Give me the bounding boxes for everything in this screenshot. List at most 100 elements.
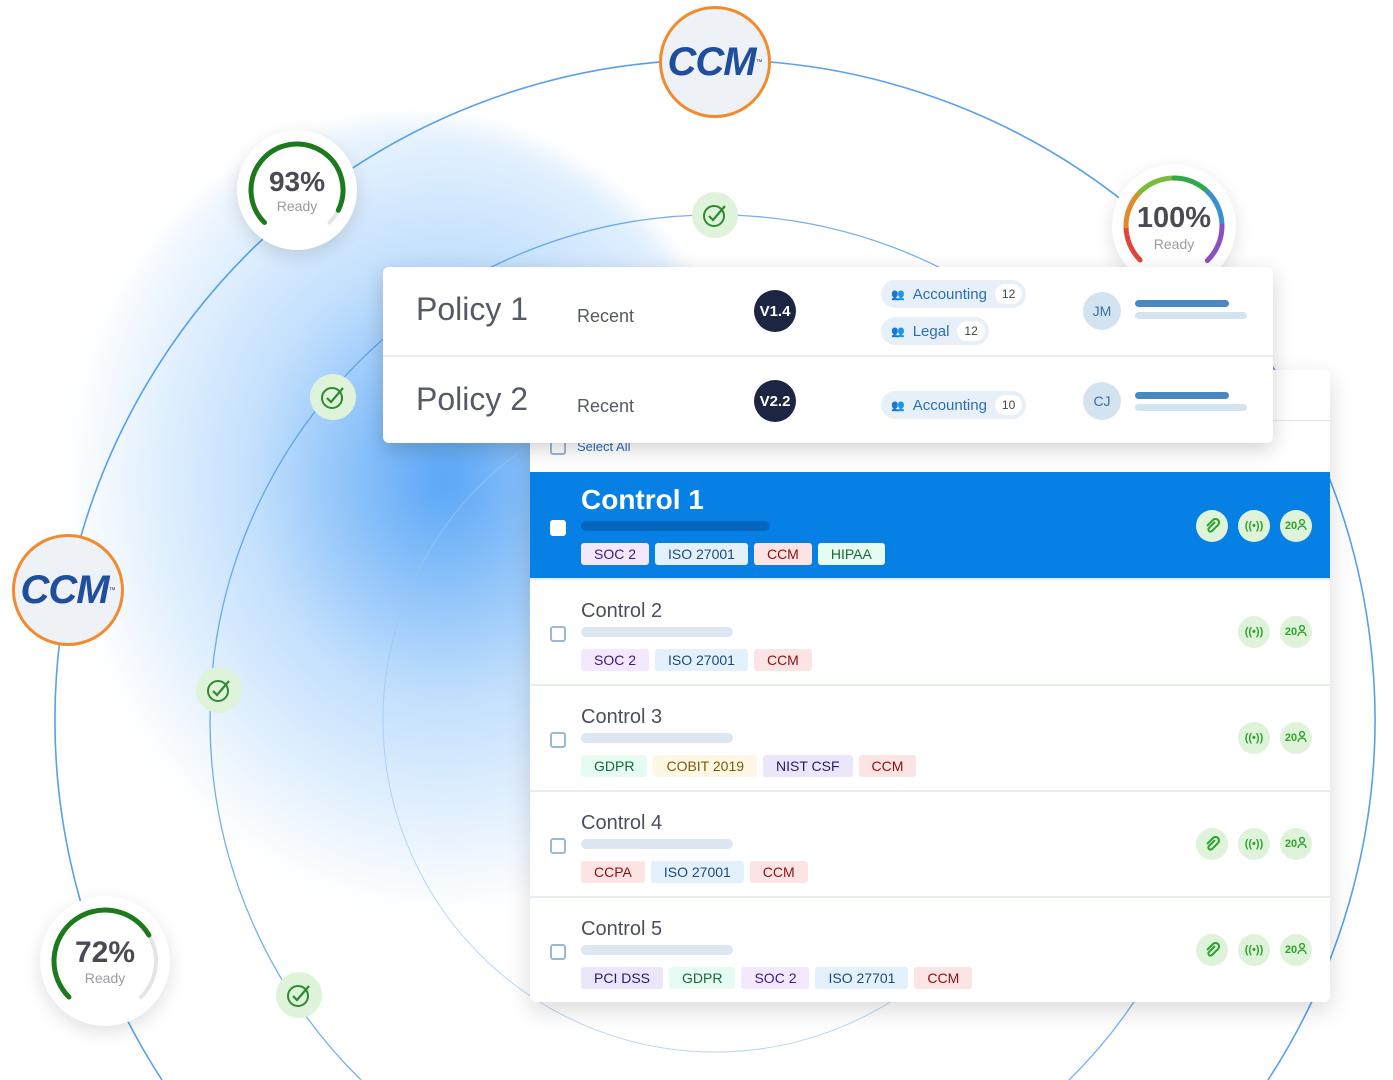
policy-status: Recent (577, 396, 635, 416)
check-badge (310, 374, 356, 420)
check-circle-icon (703, 205, 726, 227)
broadcast-icon[interactable]: ((•)) (1238, 722, 1270, 754)
control-title: Control 2 (581, 600, 663, 622)
framework-tag: COBIT 2019 (653, 755, 758, 777)
framework-tag: CCM (749, 861, 808, 883)
user-icon (1297, 730, 1307, 745)
placeholder-bar (581, 627, 733, 637)
user-icon (1297, 836, 1307, 851)
row-actions: ((•)) 20 (1238, 616, 1312, 648)
ccm-logo-top: CCM ™ (659, 6, 771, 118)
assignees-count[interactable]: 20 (1280, 828, 1312, 860)
policy-name: Policy 2 (416, 381, 529, 417)
check-badge (692, 192, 738, 238)
broadcast-icon[interactable]: ((•)) (1238, 934, 1270, 966)
row-checkbox[interactable] (550, 520, 566, 536)
placeholder-line (1135, 404, 1247, 411)
version-badge: V2.2 (754, 380, 796, 422)
framework-tag: GDPR (669, 967, 736, 989)
broadcast-icon[interactable]: ((•)) (1238, 828, 1270, 860)
check-badge (276, 972, 322, 1018)
framework-tag: SOC 2 (581, 543, 650, 565)
attachment-icon[interactable] (1196, 934, 1228, 966)
framework-tag: PCI DSS (581, 967, 664, 989)
gauge-arc (1171, 175, 1212, 196)
department-chip[interactable]: 👥 Accounting 10 (881, 391, 1027, 419)
policy-row[interactable]: Policy 1 Recent V1.4 👥 Accounting 12 👥 Lega… (383, 267, 1273, 355)
department-chip[interactable]: 👥 Accounting 12 (881, 280, 1027, 308)
framework-tag: ISO 27701 (815, 967, 909, 989)
control-title: Control 5 (581, 918, 663, 940)
user-icon (1297, 624, 1307, 639)
placeholder-line (1135, 392, 1229, 399)
framework-tag: CCM (858, 755, 917, 777)
row-actions: ((•)) 20 (1196, 828, 1312, 860)
attachment-icon[interactable] (1196, 828, 1228, 860)
row-checkbox[interactable] (550, 626, 566, 642)
users-icon: 👥 (891, 288, 905, 301)
placeholder-line (1135, 312, 1247, 319)
framework-tag: SOC 2 (741, 967, 810, 989)
assignees-count[interactable]: 20 (1280, 510, 1312, 542)
broadcast-icon[interactable]: ((•)) (1238, 510, 1270, 542)
ccm-logo-left: CCM ™ (12, 534, 124, 646)
placeholder-bar (581, 839, 733, 849)
control-row[interactable]: Control 1 SOC 2 ISO 27001 CCM HIPAA ((•)) 20 (530, 472, 1330, 578)
tag-list: SOC 2 ISO 27001 CCM (581, 649, 812, 671)
attachment-icon[interactable] (1196, 510, 1228, 542)
tag-list: SOC 2 ISO 27001 CCM HIPAA (581, 543, 885, 565)
readiness-gauge-72: 72% Ready (40, 896, 170, 1026)
control-title: Control 4 (581, 812, 663, 834)
users-icon: 👥 (891, 399, 905, 412)
row-actions: ((•)) 20 (1196, 510, 1312, 542)
framework-tag: ISO 27001 (655, 649, 748, 671)
broadcast-icon[interactable]: ((•)) (1238, 616, 1270, 648)
framework-tag: SOC 2 (581, 649, 650, 671)
users-icon: 👥 (891, 325, 905, 338)
tag-list: PCI DSS GDPR SOC 2 ISO 27701 CCM (581, 967, 973, 989)
framework-tag: GDPR (581, 755, 648, 777)
framework-tag: NIST CSF (763, 755, 853, 777)
row-checkbox[interactable] (550, 732, 566, 748)
placeholder-bar (581, 945, 733, 955)
control-title: Control 3 (581, 706, 663, 728)
framework-tag: CCM (753, 543, 812, 565)
placeholder-bar (581, 733, 733, 743)
control-row[interactable]: Control 2 SOC 2 ISO 27001 CCM ((•)) 20 (530, 578, 1330, 684)
readiness-gauge-93: 93% Ready (237, 130, 357, 250)
tag-list: CCPA ISO 27001 CCM (581, 861, 808, 883)
gauge-arc (1137, 175, 1178, 195)
framework-tag: HIPAA (817, 543, 885, 565)
version-badge: V1.4 (754, 290, 796, 332)
row-actions: ((•)) 20 (1238, 722, 1312, 754)
control-row[interactable]: Control 3 GDPR COBIT 2019 NIST CSF CCM ((•)… (530, 684, 1330, 790)
check-circle-icon (287, 985, 310, 1007)
policy-status: Recent (577, 306, 635, 326)
assignees-count[interactable]: 20 (1280, 616, 1312, 648)
department-chip[interactable]: 👥 Legal 12 (881, 317, 989, 345)
check-circle-icon (321, 387, 344, 409)
tag-list: GDPR COBIT 2019 NIST CSF CCM (581, 755, 917, 777)
control-title: Control 1 (581, 484, 704, 515)
row-checkbox[interactable] (550, 838, 566, 854)
control-row[interactable]: Control 4 CCPA ISO 27001 CCM ((•)) 20 (530, 790, 1330, 896)
check-circle-icon (207, 680, 230, 702)
framework-tag: CCM (753, 649, 812, 671)
check-badge (196, 667, 242, 713)
controls-panel: Select All Control 1 SOC 2 ISO 27001 CCM HI… (530, 370, 1330, 1002)
assignees-count[interactable]: 20 (1280, 934, 1312, 966)
policy-row[interactable]: Policy 2 Recent V2.2 👥 Accounting 10 CJ (383, 355, 1273, 443)
row-checkbox[interactable] (550, 944, 566, 960)
placeholder-bar (581, 521, 770, 531)
framework-tag: ISO 27001 (655, 543, 748, 565)
placeholder-line (1135, 300, 1229, 307)
framework-tag: CCM (914, 967, 973, 989)
user-icon (1297, 518, 1307, 533)
avatar: CJ (1083, 382, 1121, 420)
control-row[interactable]: Control 5 PCI DSS GDPR SOC 2 ISO 27701 CCM (… (530, 896, 1330, 1002)
avatar: JM (1083, 292, 1121, 330)
user-icon (1297, 942, 1307, 957)
policy-name: Policy 1 (416, 291, 529, 327)
framework-tag: ISO 27001 (650, 861, 744, 883)
assignees-count[interactable]: 20 (1280, 722, 1312, 754)
